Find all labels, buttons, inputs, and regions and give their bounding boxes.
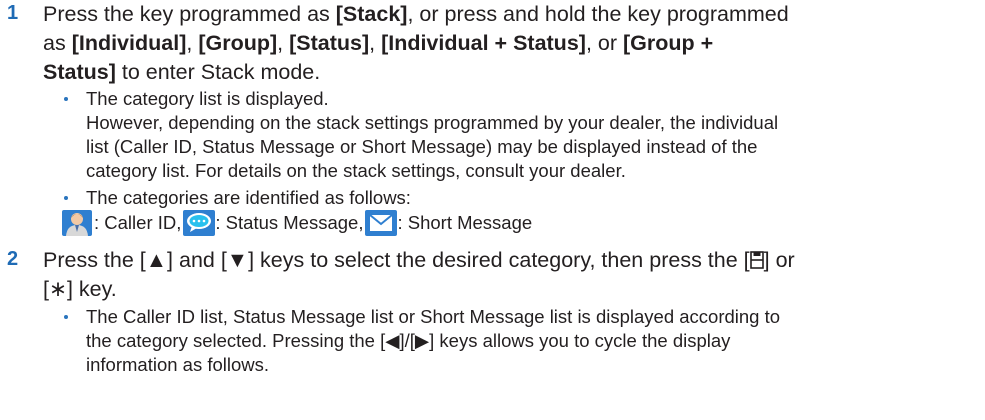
step-1-line-1: Press the key programmed as [Stack], or …: [43, 0, 973, 29]
step-1-text: , or press and hold the key programmed: [407, 2, 789, 26]
step-2-line-1: Press the [▲] and [▼] keys to select the…: [43, 246, 973, 275]
short-message-label: : Short Message: [397, 212, 533, 233]
caller-id-label: : Caller ID,: [94, 212, 182, 233]
step-2-bullet-line-2: the category selected. Pressing the [◀]/…: [86, 330, 731, 351]
bullet: [64, 196, 68, 200]
separator: ,: [277, 31, 290, 55]
step-2-bullet-line-1: The Caller ID list, Status Message list …: [86, 306, 781, 327]
bullet: [64, 97, 68, 101]
bullet-1-line-3: list (Caller ID, Status Message or Short…: [86, 136, 758, 157]
individual-key-label: [Individual]: [71, 31, 187, 55]
bullet-1-line-1: The category list is displayed.: [86, 88, 329, 109]
separator: ,: [186, 31, 199, 55]
group-status-key-label-end: Status]: [43, 60, 116, 84]
short-message-icon: [365, 210, 398, 236]
category-legend: : Caller ID, : Status Message, : Short M…: [62, 210, 532, 236]
individual-status-key-label: [Individual + Status]: [381, 31, 586, 55]
bullet: [64, 315, 68, 319]
caller-id-icon: [62, 210, 94, 236]
step-1-text: Press the key programmed as: [43, 2, 336, 26]
status-message-label: : Status Message,: [215, 212, 364, 233]
bullet-2-line-1: The categories are identified as follows…: [86, 187, 411, 208]
step-number-1: 1: [7, 2, 19, 24]
stack-key-label: [Stack]: [335, 2, 408, 26]
step-2-bullet-line-3: information as follows.: [86, 354, 270, 375]
group-key-label: [Group]: [198, 31, 278, 55]
step-2-text: ] or: [763, 248, 795, 272]
status-key-label: [Status]: [289, 31, 370, 55]
separator: , or: [585, 31, 623, 55]
step-2-text: Press the [▲] and [▼] keys to select the…: [43, 248, 750, 272]
step-1-text: as: [43, 31, 72, 55]
step-1-line-2: as [Individual], [Group], [Status], [Ind…: [43, 29, 973, 58]
status-message-icon: [183, 210, 216, 236]
menu-key-icon: [749, 248, 764, 269]
step-2-line-2: [∗] key.: [43, 277, 117, 301]
bullet-1-line-2: However, depending on the stack settings…: [86, 112, 779, 133]
step-1-text: to enter Stack mode.: [115, 60, 321, 84]
step-1-line-3: Status] to enter Stack mode.: [43, 58, 973, 87]
step-number-2: 2: [7, 248, 19, 270]
separator: ,: [369, 31, 382, 55]
bullet-1-line-4: category list. For details on the stack …: [86, 160, 626, 181]
group-status-key-label: [Group +: [622, 31, 714, 55]
